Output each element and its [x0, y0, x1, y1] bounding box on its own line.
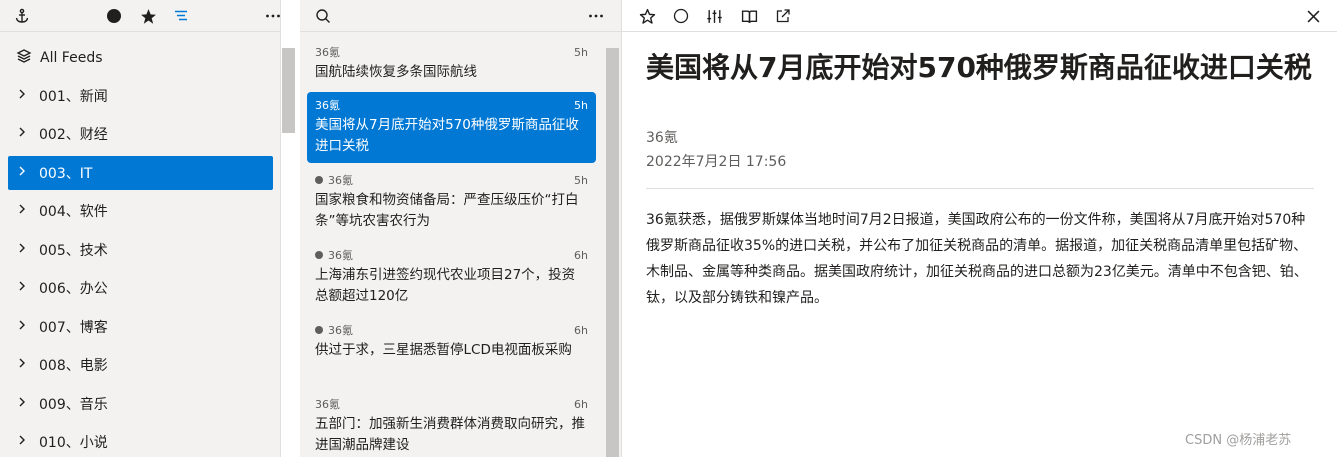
- article-source-name[interactable]: 36氪: [646, 127, 678, 147]
- feed-group-label: 008、电影: [39, 358, 108, 374]
- book-icon[interactable]: [739, 6, 759, 26]
- chevron-right-icon: [16, 434, 28, 450]
- article-source: 36氪: [315, 398, 340, 411]
- feed-group-label: 010、小说: [39, 435, 108, 451]
- unread-dot-icon: [315, 251, 323, 259]
- article-divider: [646, 188, 1314, 189]
- chevron-right-icon: [16, 88, 28, 104]
- article-reader-pane: 美国将从7月底开始对570种俄罗斯商品征收进口关税 36氪 2022年7月2日 …: [622, 0, 1337, 457]
- chevron-right-icon: [16, 357, 28, 373]
- article-source: 36氪: [328, 174, 353, 187]
- star-filter-icon[interactable]: [138, 6, 158, 26]
- unread-filter-icon[interactable]: [104, 6, 124, 26]
- article-time: 5h: [574, 173, 588, 187]
- article-time: 6h: [574, 323, 588, 337]
- star-icon[interactable]: [637, 6, 657, 26]
- feed-group-item[interactable]: 010、小说: [8, 425, 273, 457]
- feed-group-item[interactable]: 003、IT: [8, 156, 273, 190]
- article-meta: 36氪 6h: [315, 248, 588, 262]
- feed-group-label: 009、音乐: [39, 397, 108, 413]
- article-card[interactable]: 36氪 5h 国航陆续恢复多条国际航线: [307, 39, 596, 89]
- article-meta: 36氪 5h: [315, 98, 588, 113]
- list-view-icon[interactable]: [171, 6, 191, 26]
- article-toolbar: [622, 0, 1337, 32]
- article-time: 6h: [574, 397, 588, 411]
- article-time: 5h: [574, 98, 588, 112]
- feeds-scrollbar[interactable]: [282, 48, 295, 133]
- article-card[interactable]: 36氪 5h 美国将从7月底开始对570种俄罗斯商品征收进口关税: [307, 92, 596, 163]
- all-feeds-item[interactable]: All Feeds: [8, 41, 273, 75]
- article-list-scrollbar[interactable]: [606, 48, 619, 457]
- sliders-icon[interactable]: [704, 6, 724, 26]
- chevron-right-icon: [16, 319, 28, 335]
- article-card[interactable]: 36氪 6h 五部门：加强新生消费群体消费取向研究，推进国潮品牌建设: [307, 391, 596, 457]
- article-title: 国家粮食和物资储备局：严查压级压价“打白条”等坑农害农行为: [315, 192, 579, 229]
- feed-group-label: 003、IT: [39, 166, 93, 182]
- article-heading: 美国将从7月底开始对570种俄罗斯商品征收进口关税: [646, 51, 1312, 84]
- feed-group-item[interactable]: 004、软件: [8, 194, 273, 228]
- watermark: CSDN @杨浦老苏: [1185, 433, 1292, 448]
- close-icon[interactable]: [1303, 6, 1323, 26]
- chevron-right-icon: [16, 203, 28, 219]
- article-title: 国航陆续恢复多条国际航线: [315, 64, 477, 80]
- article-meta: 36氪 6h: [315, 323, 588, 337]
- feed-group-label: 004、软件: [39, 204, 108, 220]
- article-card[interactable]: 36氪 6h 上海浦东引进签约现代农业项目27个，投资总额超过120亿: [307, 242, 596, 313]
- article-source: 36氪: [328, 249, 353, 262]
- article-body: 36氪获悉，据俄罗斯媒体当地时间7月2日报道，美国政府公布的一份文件称，美国将从…: [646, 212, 1308, 306]
- article-source: 36氪: [315, 46, 340, 59]
- feed-group-label: 001、新闻: [39, 89, 108, 105]
- mark-read-circle-icon[interactable]: [671, 6, 691, 26]
- feed-group-label: 006、办公: [39, 281, 108, 297]
- feed-group-item[interactable]: 005、技术: [8, 233, 273, 267]
- chevron-right-icon: [16, 396, 28, 412]
- feeds-toolbar: [0, 0, 280, 32]
- search-icon[interactable]: [313, 6, 333, 26]
- chevron-right-icon: [16, 280, 28, 296]
- more-options-icon[interactable]: [586, 6, 606, 26]
- feed-group-item[interactable]: 001、新闻: [8, 79, 273, 113]
- chevron-right-icon: [16, 165, 28, 181]
- feed-group-label: 007、博客: [39, 320, 108, 336]
- article-card[interactable]: 36氪 5h 国家粮食和物资储备局：严查压级压价“打白条”等坑农害农行为: [307, 167, 596, 238]
- article-title: 美国将从7月底开始对570种俄罗斯商品征收进口关税: [315, 117, 579, 154]
- article-meta: 36氪 6h: [315, 397, 588, 412]
- feed-group-item[interactable]: 007、博客: [8, 310, 273, 344]
- pane-divider: [280, 0, 281, 457]
- article-list-pane: 36氪 5h 国航陆续恢复多条国际航线 36氪 5h 美国将从7月底开始对570…: [300, 0, 621, 457]
- feed-group-item[interactable]: 008、电影: [8, 348, 273, 382]
- all-feeds-label: All Feeds: [40, 50, 103, 66]
- layers-icon: [16, 48, 32, 68]
- article-title: 供过于求，三星据悉暂停LCD电视面板采购: [315, 342, 572, 358]
- article-title: 五部门：加强新生消费群体消费取向研究，推进国潮品牌建设: [315, 416, 585, 453]
- article-list-toolbar: [300, 0, 621, 32]
- article-time: 6h: [574, 248, 588, 262]
- article-date: 2022年7月2日 17:56: [646, 154, 787, 170]
- chevron-right-icon: [16, 242, 28, 258]
- article-meta: 36氪 5h: [315, 173, 588, 187]
- feed-group-label: 005、技术: [39, 243, 108, 259]
- article-source: 36氪: [315, 99, 340, 112]
- article-source: 36氪: [328, 324, 353, 337]
- article-title: 上海浦东引进签约现代农业项目27个，投资总额超过120亿: [315, 267, 576, 304]
- unread-dot-icon: [315, 176, 323, 184]
- feed-group-item[interactable]: 009、音乐: [8, 387, 273, 421]
- feed-group-label: 002、财经: [39, 127, 108, 143]
- article-meta: 36氪 5h: [315, 45, 588, 60]
- article-card[interactable]: 36氪 6h 供过于求，三星据悉暂停LCD电视面板采购: [307, 317, 596, 367]
- feeds-pane: All Feeds 001、新闻 002、财经 003、IT 004、软件 00…: [0, 0, 280, 457]
- article-time: 5h: [574, 45, 588, 59]
- feed-group-item[interactable]: 002、财经: [8, 117, 273, 151]
- fluent-reader-window: All Feeds 001、新闻 002、财经 003、IT 004、软件 00…: [0, 0, 1337, 457]
- unread-dot-icon: [315, 326, 323, 334]
- open-external-icon[interactable]: [773, 6, 793, 26]
- chevron-right-icon: [16, 126, 28, 142]
- anchor-icon[interactable]: [12, 6, 32, 26]
- feed-group-item[interactable]: 006、办公: [8, 271, 273, 305]
